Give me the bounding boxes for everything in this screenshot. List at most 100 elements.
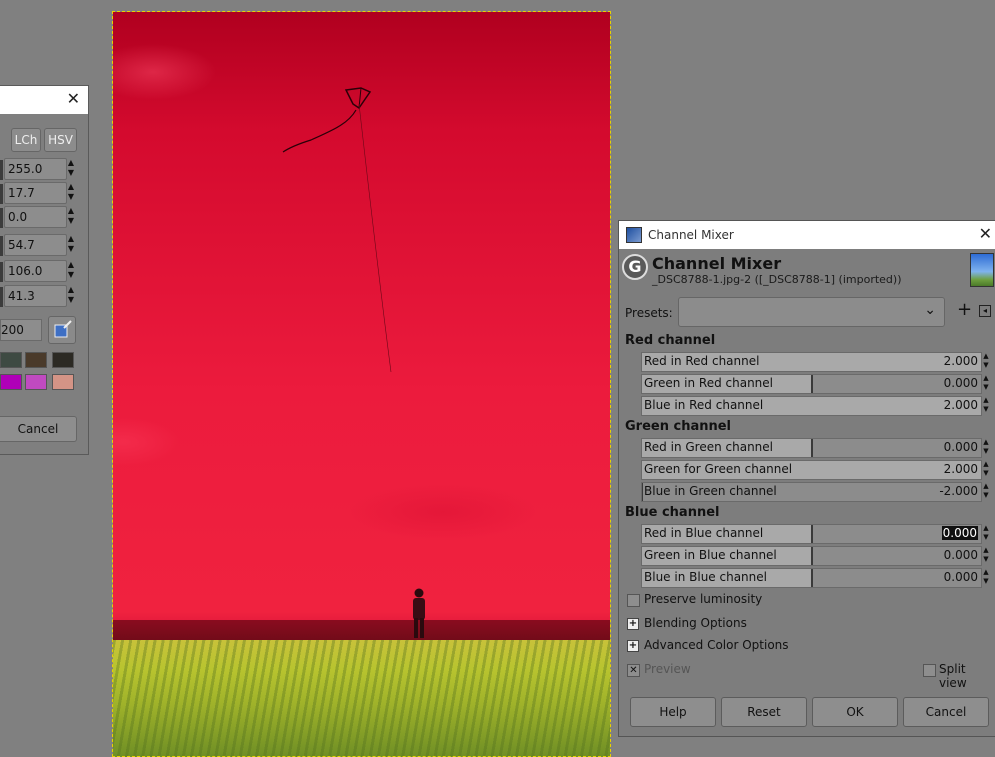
dialog-title: Channel Mixer (652, 254, 782, 273)
image-canvas[interactable] (113, 12, 610, 757)
spin-arrows-icon[interactable]: ▲ ▼ (981, 568, 991, 586)
spin-arrows-icon[interactable]: ▲ ▼ (981, 438, 991, 456)
dialog-header: G Channel Mixer _DSC8788-1.jpg-2 ([_DSC8… (619, 251, 995, 291)
spin-arrows-icon[interactable]: ▲ ▼ (981, 396, 991, 414)
slider-blue-in-green[interactable]: Blue in Green channel -2.000 (641, 482, 982, 502)
slider-position-marker (642, 483, 643, 501)
split-view-label: Split view (939, 662, 967, 690)
image-thumbnail (970, 253, 994, 287)
slider-edge (0, 184, 3, 204)
color-picker-button[interactable] (48, 316, 76, 344)
slider-position-marker (810, 525, 813, 543)
spin-arrows-icon[interactable]: ▲ ▼ (66, 206, 76, 226)
spin-arrows-icon[interactable]: ▲ ▼ (981, 546, 991, 564)
slider-blue-in-red[interactable]: Blue in Red channel 2.000 (641, 396, 982, 416)
hex-input[interactable]: 200 (0, 319, 42, 341)
color-field-1[interactable]: 255.0 (4, 158, 67, 180)
expand-plus-icon[interactable]: + (627, 640, 639, 652)
slider-value-selected[interactable]: 0.000 (941, 526, 978, 540)
split-view-checkbox[interactable] (923, 664, 936, 677)
advanced-color-options-expander[interactable]: Advanced Color Options (644, 638, 789, 652)
hsv-button[interactable]: HSV (44, 128, 77, 152)
preview-checkbox[interactable]: ✕ (627, 664, 640, 677)
slider-value[interactable]: 2.000 (944, 354, 978, 368)
expand-plus-icon[interactable]: + (627, 618, 639, 630)
slider-value[interactable]: -2.000 (939, 484, 978, 498)
slider-green-in-blue[interactable]: Green in Blue channel 0.000 (641, 546, 982, 566)
slider-value[interactable]: 2.000 (944, 462, 978, 476)
preserve-luminosity-checkbox[interactable] (627, 594, 640, 607)
add-preset-icon[interactable]: + (957, 300, 972, 320)
color-field-6[interactable]: 41.3 (4, 285, 67, 307)
history-swatch[interactable] (52, 374, 74, 390)
eyedropper-icon (54, 320, 72, 338)
slider-label: Red in Green channel (644, 440, 774, 454)
presets-dropdown[interactable]: ⌄ (678, 297, 945, 327)
slider-red-in-green[interactable]: Red in Green channel 0.000 (641, 438, 982, 458)
color-field-2[interactable]: 17.7 (4, 182, 67, 204)
color-field-4[interactable]: 54.7 (4, 234, 67, 256)
reset-button[interactable]: Reset (721, 697, 807, 727)
slider-label: Green for Green channel (644, 462, 793, 476)
help-button[interactable]: Help (630, 697, 716, 727)
slider-green-for-green[interactable]: Green for Green channel 2.000 (641, 460, 982, 480)
slider-label: Blue in Blue channel (644, 570, 767, 584)
slider-label: Green in Blue channel (644, 548, 777, 562)
slider-position-marker (810, 439, 813, 457)
spin-arrows-icon[interactable]: ▲ ▼ (66, 182, 76, 202)
color-field-3[interactable]: 0.0 (4, 206, 67, 228)
color-dialog: ✕ LCh HSV 255.0 ▲ ▼ 17.7 ▲ ▼ 0.0 ▲ ▼ 54.7 ▲… (0, 85, 89, 455)
blending-options-expander[interactable]: Blending Options (644, 616, 747, 630)
slider-label: Red in Red channel (644, 354, 760, 368)
spin-arrows-icon[interactable]: ▲ ▼ (981, 460, 991, 478)
kite-drawing (282, 87, 392, 373)
slider-green-in-red[interactable]: Green in Red channel 0.000 (641, 374, 982, 394)
person-silhouette (413, 588, 425, 638)
slider-edge (0, 160, 3, 180)
spin-arrows-icon[interactable]: ▲ ▼ (66, 260, 76, 280)
history-swatch[interactable] (0, 352, 22, 368)
slider-label: Green in Red channel (644, 376, 774, 390)
slider-red-in-blue[interactable]: Red in Blue channel 0.000 (641, 524, 982, 544)
window-title: Channel Mixer (648, 228, 734, 242)
history-swatch[interactable] (52, 352, 74, 368)
channel-mixer-dialog: Channel Mixer ✕ G Channel Mixer _DSC8788… (618, 220, 995, 737)
history-swatch[interactable] (25, 352, 47, 368)
spin-arrows-icon[interactable]: ▲ ▼ (981, 374, 991, 392)
section-red-channel: Red channel (625, 333, 716, 348)
preset-menu-icon[interactable]: ◂ (979, 305, 991, 317)
ok-button[interactable]: OK (812, 697, 898, 727)
slider-value[interactable]: 0.000 (944, 570, 978, 584)
slider-edge (0, 262, 3, 282)
slider-value[interactable]: 0.000 (944, 548, 978, 562)
color-field-5[interactable]: 106.0 (4, 260, 67, 282)
slider-value[interactable]: 0.000 (944, 440, 978, 454)
spin-arrows-icon[interactable]: ▲ ▼ (981, 352, 991, 370)
slider-blue-in-blue[interactable]: Blue in Blue channel 0.000 (641, 568, 982, 588)
spin-arrows-icon[interactable]: ▲ ▼ (66, 285, 76, 305)
slider-value[interactable]: 0.000 (944, 376, 978, 390)
lch-button[interactable]: LCh (11, 128, 41, 152)
spin-arrows-icon[interactable]: ▲ ▼ (981, 524, 991, 542)
mixer-titlebar: Channel Mixer ✕ (619, 221, 995, 249)
cancel-button[interactable]: Cancel (903, 697, 989, 727)
close-icon[interactable]: ✕ (67, 91, 80, 107)
slider-edge (0, 236, 3, 256)
history-swatch[interactable] (0, 374, 22, 390)
slider-red-in-red[interactable]: Red in Red channel 2.000 (641, 352, 982, 372)
preview-label: Preview (644, 662, 691, 676)
chevron-down-icon: ⌄ (924, 302, 936, 318)
spin-arrows-icon[interactable]: ▲ ▼ (66, 234, 76, 254)
gimp-logo-icon: G (622, 254, 648, 280)
spin-arrows-icon[interactable]: ▲ ▼ (981, 482, 991, 500)
color-dialog-titlebar: ✕ (0, 86, 88, 114)
slider-position-marker (810, 375, 813, 393)
slider-value[interactable]: 2.000 (944, 398, 978, 412)
spin-arrows-icon[interactable]: ▲ ▼ (66, 158, 76, 178)
slider-label: Red in Blue channel (644, 526, 764, 540)
section-blue-channel: Blue channel (625, 505, 720, 520)
cancel-button[interactable]: Cancel (0, 416, 77, 442)
close-icon[interactable]: ✕ (979, 226, 992, 242)
slider-position-marker (810, 547, 813, 565)
history-swatch[interactable] (25, 374, 47, 390)
